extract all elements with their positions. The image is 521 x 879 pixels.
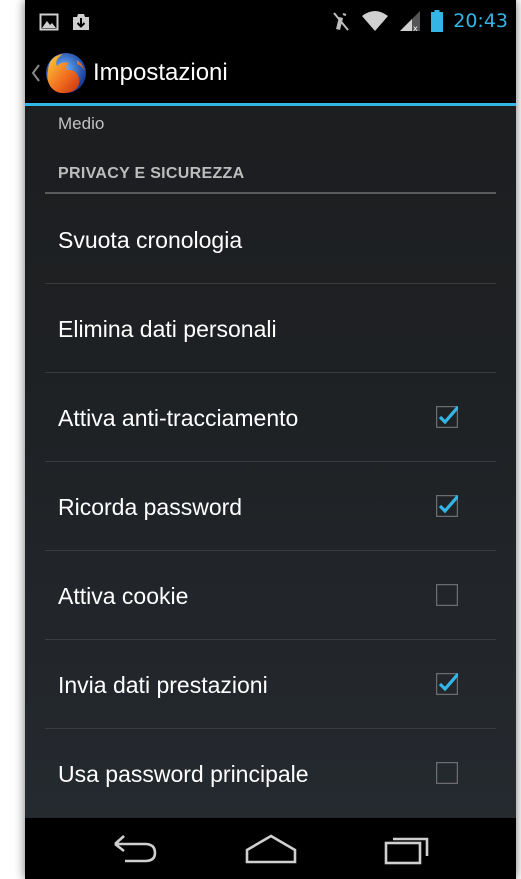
setting-label: Elimina dati personali: [58, 316, 277, 342]
checkbox-checked[interactable]: [436, 495, 458, 517]
recent-apps-icon[interactable]: [383, 832, 433, 866]
checkbox-unchecked[interactable]: [436, 584, 458, 606]
navigation-bar: [25, 818, 516, 879]
firefox-logo-icon[interactable]: [43, 50, 89, 96]
section-divider: [45, 192, 496, 194]
svg-text:x: x: [413, 24, 418, 32]
page-title: Impostazioni: [93, 59, 228, 86]
setting-row-master-password[interactable]: Usa password principale: [45, 729, 496, 818]
home-icon[interactable]: [245, 832, 297, 866]
status-time: 20:43: [453, 10, 508, 32]
checkbox-checked[interactable]: [436, 406, 458, 428]
setting-row-clear-history[interactable]: Svuota cronologia: [45, 195, 496, 284]
status-bar: x 20:43: [25, 0, 516, 44]
setting-label: Ricorda password: [58, 494, 243, 520]
action-bar[interactable]: Impostazioni: [25, 44, 516, 106]
phone-screen: x 20:43 Impostazioni Medio PRIVACY E SIC…: [25, 0, 516, 879]
setting-row-clear-personal-data[interactable]: Elimina dati personali: [45, 284, 496, 373]
setting-label: Attiva cookie: [58, 583, 189, 609]
picture-icon: [39, 13, 59, 31]
setting-row-remember-passwords[interactable]: Ricorda password: [45, 462, 496, 551]
checkbox-unchecked[interactable]: [436, 762, 458, 784]
section-header-privacy: PRIVACY E SICUREZZA: [58, 165, 245, 182]
setting-row-send-performance-data[interactable]: Invia dati prestazioni: [45, 640, 496, 729]
previous-setting-summary: Medio: [58, 114, 105, 133]
setting-label: Attiva anti-tracciamento: [58, 405, 299, 431]
settings-list: Svuota cronologia Elimina dati personali…: [45, 195, 496, 818]
download-icon: [73, 14, 89, 30]
checkbox-checked[interactable]: [436, 673, 458, 695]
wifi-icon: [362, 11, 389, 31]
setting-row-enable-cookies[interactable]: Attiva cookie: [45, 551, 496, 640]
setting-label: Invia dati prestazioni: [58, 672, 268, 698]
setting-label: Usa password principale: [58, 761, 309, 787]
setting-label: Svuota cronologia: [58, 227, 243, 253]
setting-row-do-not-track[interactable]: Attiva anti-tracciamento: [45, 373, 496, 462]
mute-icon: [333, 12, 350, 31]
battery-icon: [431, 10, 444, 32]
up-caret-icon[interactable]: [31, 63, 41, 83]
back-icon[interactable]: [111, 832, 159, 866]
signal-icon: x: [400, 11, 421, 32]
